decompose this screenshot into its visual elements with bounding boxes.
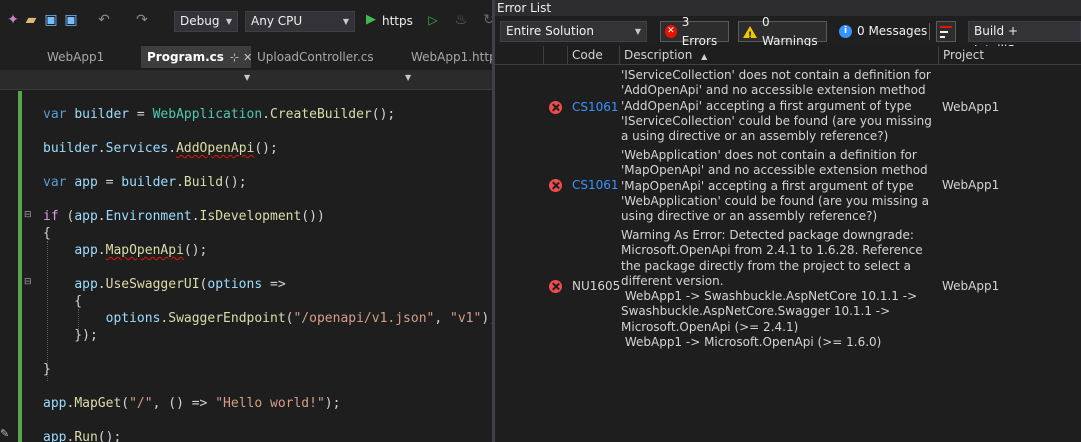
collapse-icon[interactable]: ⊟ <box>24 278 33 287</box>
chevron-down-icon: ▼ <box>634 27 641 36</box>
save-icon[interactable]: ▣ <box>42 11 60 29</box>
save-all-icon[interactable]: ▣ <box>62 11 80 29</box>
code-line: app.MapOpenApi(); <box>74 243 208 258</box>
errors-count-label: 3 Errors <box>681 14 718 48</box>
error-icon <box>549 101 562 114</box>
messages-count-label: 0 Messages <box>857 24 928 38</box>
table-row[interactable]: CS1061 'WebApplication' does not contain… <box>495 148 1081 226</box>
tab-label: Program.cs <box>147 50 224 64</box>
open-folder-icon[interactable]: ▰ <box>22 11 40 29</box>
table-row[interactable]: CS1061 'IServiceCollection' does not con… <box>495 68 1081 146</box>
chevron-down-icon[interactable]: ▼ <box>405 73 411 82</box>
change-tracking-bar <box>18 91 22 442</box>
start-debugging-icon[interactable]: ▶ <box>362 11 380 29</box>
code-editor[interactable]: ⊟ ⊟ var builder = WebApplication.CreateB… <box>0 91 492 442</box>
code-line: if (app.Environment.IsDevelopment()) <box>43 209 325 224</box>
tab-webapp1[interactable]: WebApp1 <box>41 46 139 68</box>
platform-dropdown[interactable]: Any CPU ▼ <box>245 11 355 32</box>
code-line: options.SwaggerEndpoint("/openapi/v1.jso… <box>105 311 492 326</box>
document-tabs: WebApp1 Program.cs ⊹ ✕ UploadController.cs… <box>0 46 492 68</box>
messages-filter-button[interactable]: i 0 Messages <box>839 21 927 42</box>
code-line: { <box>43 294 83 309</box>
sort-ascending-icon: ▲ <box>701 52 708 61</box>
code-line: var app = builder.Build(); <box>43 175 247 190</box>
error-list-window: Error List Entire Solution ▼ ✕ 3 Errors … <box>495 0 1081 442</box>
scope-value: Entire Solution <box>506 24 594 38</box>
code-line: app.MapGet("/", () => "Hello world!"); <box>43 396 341 411</box>
chevron-down-icon[interactable]: ▼ <box>244 73 250 82</box>
hot-reload-icon[interactable]: ♨ <box>452 11 470 29</box>
error-icon <box>549 280 562 293</box>
column-label: Project <box>943 48 985 62</box>
tab-program-cs[interactable]: Program.cs ⊹ ✕ <box>141 46 252 68</box>
warnings-count-label: 0 Warnings <box>762 14 818 48</box>
error-list-header: Code Description ▲ Project <box>495 46 1081 65</box>
column-label: Code <box>572 48 603 62</box>
pin-icon[interactable]: ⊹ <box>230 51 239 64</box>
filter-list-icon[interactable] <box>936 21 956 42</box>
error-description: 'IServiceCollection' does not contain a … <box>621 68 936 144</box>
error-list-toolbar: Entire Solution ▼ ✕ 3 Errors 0 Warnings … <box>495 15 1081 57</box>
column-header-project[interactable]: Project <box>938 46 1081 65</box>
editor-pane: ✦ ▰ ▣ ▣ ↶ ↷ Debug ▼ Any CPU ▼ ▶ https ▷ … <box>0 0 492 442</box>
build-intellisense-dropdown[interactable]: Build + IntelliSense <box>968 21 1081 57</box>
navigation-bar: ▼ ▼ <box>0 70 492 90</box>
refresh-icon[interactable]: ↻ <box>480 11 492 29</box>
error-code-link[interactable]: CS1061 <box>572 178 619 193</box>
error-icon <box>549 179 562 192</box>
collapse-icon[interactable]: ⊟ <box>24 211 33 220</box>
chevron-down-icon: ▼ <box>342 17 349 26</box>
error-project: WebApp1 <box>942 279 1000 293</box>
toolbar-separator <box>929 23 930 40</box>
code-line: app.UseSwaggerUI(options => <box>74 277 286 292</box>
configuration-dropdown[interactable]: Debug ▼ <box>174 11 238 32</box>
tab-label: WebApp1.http <box>411 50 492 64</box>
tab-uploadcontroller-cs[interactable]: UploadController.cs <box>251 46 401 68</box>
info-icon: i <box>839 25 852 38</box>
new-item-icon[interactable]: ✦ <box>4 11 22 29</box>
code-line: { <box>43 226 51 241</box>
column-header-description[interactable]: Description ▲ <box>619 46 938 65</box>
undo-icon[interactable]: ↶ <box>95 11 113 29</box>
platform-value: Any CPU <box>251 14 303 28</box>
error-code-link[interactable]: CS1061 <box>572 100 619 115</box>
table-row[interactable]: NU1605 Warning As Error: Detected packag… <box>495 228 1081 353</box>
scope-dropdown[interactable]: Entire Solution ▼ <box>500 21 647 42</box>
column-label: Description <box>624 48 693 62</box>
run-target-label[interactable]: https <box>382 11 413 31</box>
code-line: }); <box>43 328 98 343</box>
column-header-code[interactable]: Code <box>567 46 619 65</box>
code-cleanup-icon[interactable]: ✎ <box>0 427 14 441</box>
code-line: var builder = WebApplication.CreateBuild… <box>43 107 396 122</box>
error-description: Warning As Error: Detected package downg… <box>621 228 923 350</box>
warnings-filter-button[interactable]: 0 Warnings <box>738 15 827 48</box>
error-project: WebApp1 <box>942 178 1000 192</box>
code-line: builder.Services.AddOpenApi(); <box>43 141 278 156</box>
error-project: WebApp1 <box>942 100 1000 114</box>
warning-icon <box>743 25 757 46</box>
code-line: } <box>43 362 51 377</box>
code-line: app.Run(); <box>43 430 122 442</box>
tab-label: WebApp1 <box>47 50 105 64</box>
error-description: 'WebApplication' does not contain a defi… <box>621 148 933 224</box>
tab-label: UploadController.cs <box>257 50 374 64</box>
chevron-down-icon: ▼ <box>225 17 232 26</box>
tab-webapp1-http[interactable]: WebApp1.http <box>405 46 492 68</box>
main-toolbar: ✦ ▰ ▣ ▣ ↶ ↷ Debug ▼ Any CPU ▼ ▶ https ▷ … <box>0 0 492 44</box>
error-icon: ✕ <box>665 25 677 38</box>
run-without-debugging-icon[interactable]: ▷ <box>424 11 442 29</box>
error-code: NU1605 <box>572 279 621 293</box>
configuration-value: Debug <box>180 14 220 28</box>
redo-icon[interactable]: ↷ <box>133 11 151 29</box>
errors-filter-button[interactable]: ✕ 3 Errors <box>660 15 729 48</box>
column-header-icon[interactable] <box>543 46 567 65</box>
